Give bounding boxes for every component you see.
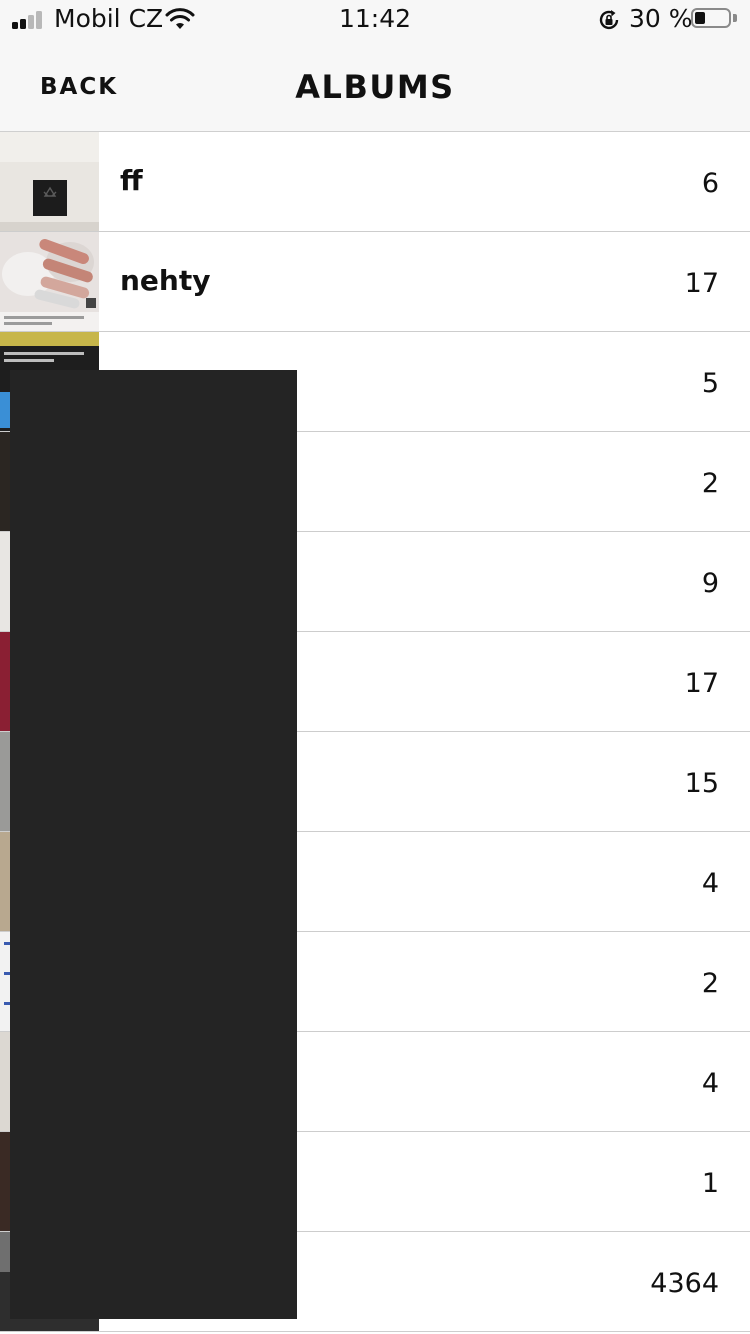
- album-count: 17: [684, 268, 719, 299]
- album-count: 2: [701, 468, 719, 499]
- rotation-lock-icon: [599, 10, 619, 30]
- battery-percent: 30 %: [629, 4, 693, 33]
- battery-icon: [691, 8, 739, 30]
- status-bar: Mobil CZ 11:42 30 %: [0, 0, 750, 40]
- album-count: 17: [684, 668, 719, 699]
- album-name: nehty: [120, 264, 211, 297]
- album-count: 1: [701, 1168, 719, 1199]
- album-count: 6: [701, 168, 719, 199]
- page-title: ALBUMS: [295, 68, 455, 106]
- album-count: 2: [701, 968, 719, 999]
- album-count: 4364: [650, 1268, 719, 1299]
- album-row[interactable]: nehty 17: [0, 232, 750, 332]
- album-thumbnail: [0, 132, 99, 231]
- album-count: 15: [684, 768, 719, 799]
- album-count: 4: [701, 1068, 719, 1099]
- album-row[interactable]: ff 6: [0, 132, 750, 232]
- album-count: 4: [701, 868, 719, 899]
- album-name: ff: [120, 164, 143, 197]
- redaction-block: [10, 370, 297, 1319]
- album-count: 5: [701, 368, 719, 399]
- navigation-bar: BACK ALBUMS: [0, 40, 750, 132]
- album-count: 9: [701, 568, 719, 599]
- album-thumbnail: [0, 232, 99, 331]
